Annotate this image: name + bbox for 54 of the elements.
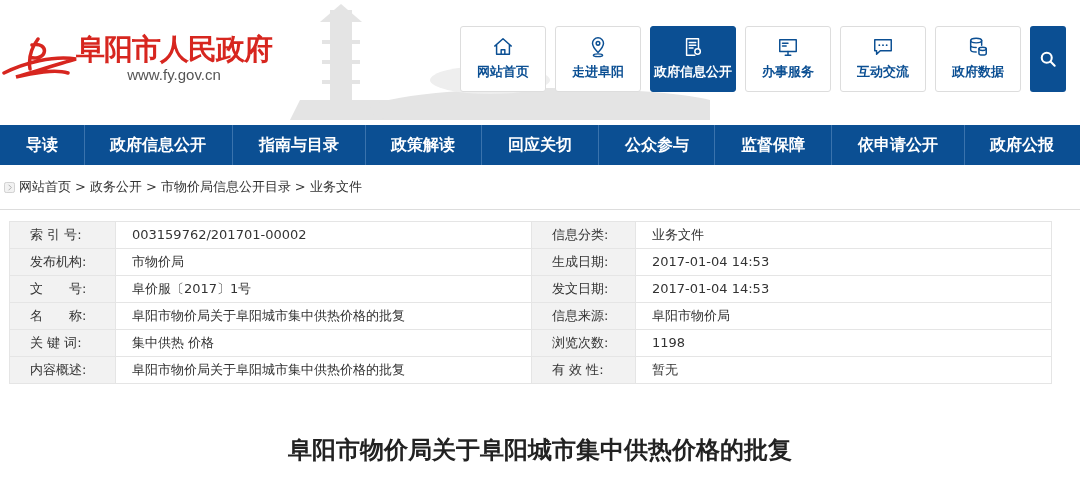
database-icon [967, 36, 989, 59]
table-cell: 2017-01-04 14:53 [635, 248, 1052, 276]
table-label: 发文日期: [531, 275, 636, 303]
table-label: 生成日期: [531, 248, 636, 276]
breadcrumb-link[interactable]: 业务文件 [309, 177, 362, 197]
nav-link[interactable]: 指南与目录 [233, 133, 365, 157]
search-button[interactable] [1030, 26, 1066, 92]
nav-link[interactable]: 监督保障 [715, 133, 831, 157]
table-cell: 阜阳市物价局关于阜阳城市集中供热价格的批复 [115, 302, 532, 330]
table-cell: 2017-01-04 14:53 [635, 275, 1052, 303]
table-label: 索 引 号: [9, 221, 116, 249]
top-nav-button[interactable]: 办事服务 [745, 26, 831, 92]
table-label: 名 称: [9, 302, 116, 330]
table-cell: 暂无 [635, 356, 1052, 384]
site-name: 阜阳市人民政府 [76, 32, 272, 66]
table-cell: 集中供热 价格 [115, 329, 532, 357]
table-label: 信息分类: [531, 221, 636, 249]
table-cell: 市物价局 [115, 248, 532, 276]
table-label: 浏览次数: [531, 329, 636, 357]
top-nav-button[interactable]: 政府数据 [935, 26, 1021, 92]
table-label: 发布机构: [9, 248, 116, 276]
breadcrumb-icon [4, 181, 15, 193]
top-nav-button[interactable]: 互动交流 [840, 26, 926, 92]
breadcrumb-link[interactable]: 市物价局信息公开目录 [160, 177, 291, 197]
table-label: 有 效 性: [531, 356, 636, 384]
breadcrumb-separator: > [145, 178, 157, 197]
breadcrumb-separator: > [75, 178, 86, 197]
table-cell: 业务文件 [635, 221, 1052, 249]
search-icon [1038, 49, 1058, 69]
site-url: www.fy.gov.cn [127, 66, 221, 84]
nav-link[interactable]: 导读 [0, 133, 84, 157]
nav-link[interactable]: 公众参与 [598, 133, 715, 157]
top-nav-button[interactable]: 网站首页 [460, 26, 546, 92]
table-cell: 阜价服〔2017〕1号 [115, 275, 532, 303]
nav-link[interactable]: 政府公报 [964, 133, 1080, 157]
table-cell: 阜阳市物价局 [635, 302, 1052, 330]
article-title: 阜阳市物价局关于阜阳城市集中供热价格的批复 [287, 435, 793, 466]
table-label: 关 键 词: [9, 329, 116, 357]
breadcrumb-link[interactable]: 政务公开 [89, 177, 142, 197]
nav-link[interactable]: 政策解读 [365, 133, 482, 157]
table-label: 信息来源: [531, 302, 636, 330]
table-cell: 003159762/201701-00002 [115, 221, 532, 249]
table-label: 文 号: [9, 275, 116, 303]
nav-link[interactable]: 回应关切 [482, 133, 598, 157]
table-label: 内容概述: [9, 356, 116, 384]
table-cell: 阜阳市物价局关于阜阳城市集中供热价格的批复 [115, 356, 532, 384]
top-nav-button[interactable]: 政府信息公开 [650, 26, 736, 92]
table-cell: 1198 [635, 329, 1052, 357]
nav-link[interactable]: 政府信息公开 [84, 133, 233, 157]
monitor-icon [777, 36, 799, 59]
breadcrumb-link[interactable]: 网站首页 [19, 177, 71, 197]
nav-link[interactable]: 依申请公开 [831, 133, 964, 157]
breadcrumb-separator: > [294, 178, 306, 197]
top-nav-button[interactable]: 走进阜阳 [555, 26, 641, 92]
